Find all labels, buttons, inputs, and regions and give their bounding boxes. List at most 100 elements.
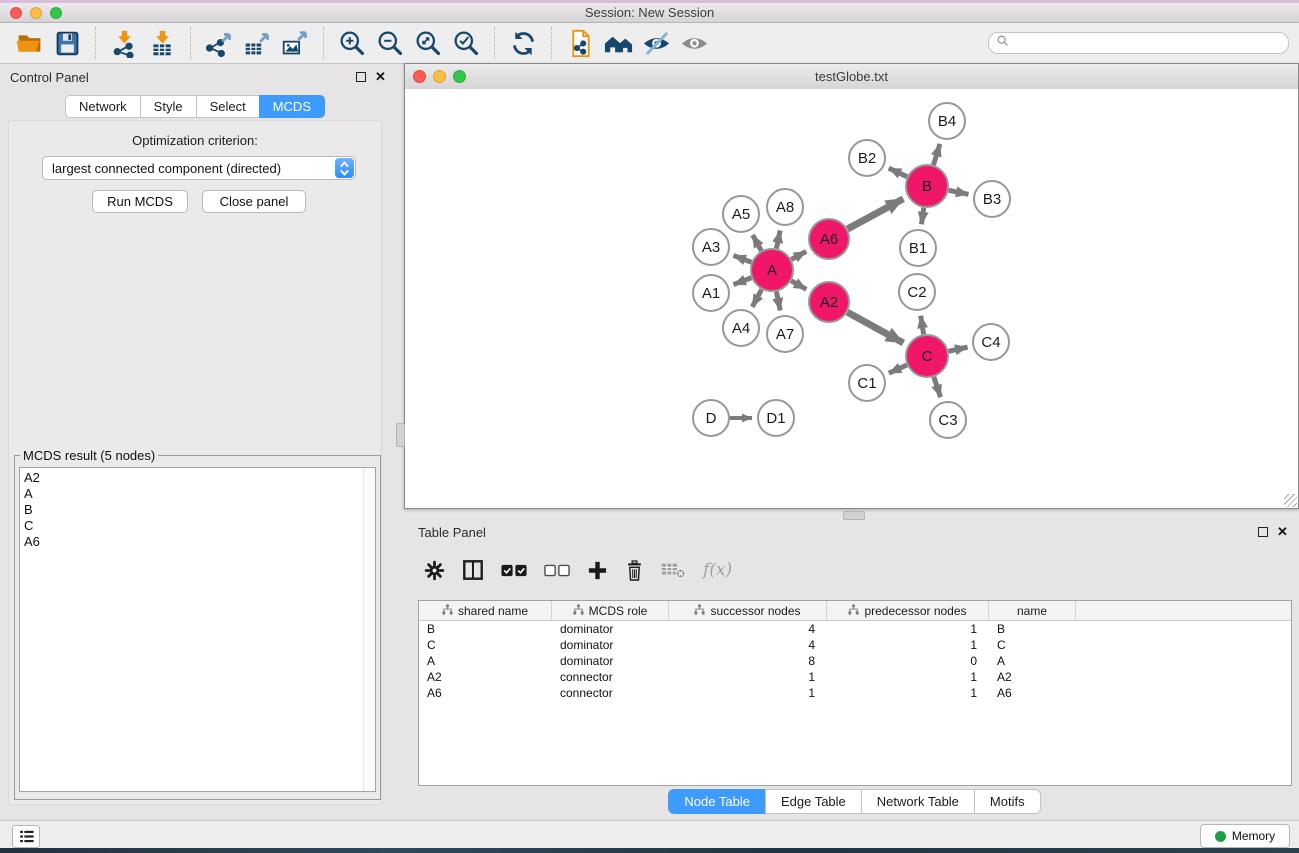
export-network-icon[interactable]: [203, 27, 235, 59]
zoom-in-icon[interactable]: [336, 27, 368, 59]
graph-node-B3[interactable]: B3: [974, 181, 1010, 217]
graph-node-C4[interactable]: C4: [973, 324, 1009, 360]
result-list-item[interactable]: A6: [20, 534, 375, 550]
graph-node-D1[interactable]: D1: [758, 400, 794, 436]
column-layout-icon[interactable]: [462, 559, 484, 581]
memory-button[interactable]: Memory: [1200, 824, 1290, 848]
result-list-item[interactable]: B: [20, 502, 375, 518]
deselect-all-rows-icon[interactable]: [544, 564, 570, 577]
mcds-result-list[interactable]: A2ABCA6: [19, 467, 376, 792]
home-icon[interactable]: [602, 27, 634, 59]
close-network-window-button[interactable]: [413, 70, 426, 83]
vertical-splitter-handle[interactable]: [396, 423, 405, 447]
graph-node-B2[interactable]: B2: [849, 140, 885, 176]
graph-node-C1[interactable]: C1: [849, 365, 885, 401]
graph-edge-A-A5[interactable]: [753, 235, 762, 251]
result-list-item[interactable]: A2: [20, 470, 375, 486]
graph-edge-A-A2[interactable]: [791, 281, 806, 290]
import-network-icon[interactable]: [108, 27, 140, 59]
graph-edge-B-B1[interactable]: [921, 208, 923, 224]
column-header-predecessor-nodes[interactable]: predecessor nodes: [827, 601, 989, 620]
graph-edge-B-B3[interactable]: [949, 190, 969, 194]
graph-node-C3[interactable]: C3: [930, 402, 966, 438]
result-list-item[interactable]: A: [20, 486, 375, 502]
table-row[interactable]: Cdominator41C: [419, 637, 1291, 653]
graph-node-C2[interactable]: C2: [899, 274, 935, 310]
tab-network[interactable]: Network: [65, 95, 140, 118]
graph-node-A8[interactable]: A8: [767, 189, 803, 225]
minimize-network-window-button[interactable]: [433, 70, 446, 83]
open-session-icon[interactable]: [13, 27, 45, 59]
tab-select[interactable]: Select: [196, 95, 259, 118]
graph-edge-C-C3[interactable]: [934, 377, 941, 397]
run-mcds-button[interactable]: Run MCDS: [92, 190, 188, 213]
column-header-successor-nodes[interactable]: successor nodes: [669, 601, 827, 620]
close-panel-button[interactable]: Close panel: [202, 190, 306, 213]
zoom-selected-icon[interactable]: [450, 27, 482, 59]
network-window-titlebar[interactable]: testGlobe.txt: [405, 64, 1298, 90]
zoom-window-button[interactable]: [50, 7, 62, 19]
graph-node-D[interactable]: D: [693, 400, 729, 436]
graph-node-A5[interactable]: A5: [723, 196, 759, 232]
column-header-MCDS-role[interactable]: MCDS role: [552, 601, 669, 620]
horizontal-splitter-handle[interactable]: [843, 511, 865, 520]
close-table-panel-icon[interactable]: ✕: [1277, 527, 1288, 537]
float-panel-icon[interactable]: [356, 72, 366, 82]
result-list-scrollbar[interactable]: [363, 468, 375, 791]
close-panel-icon[interactable]: ✕: [375, 72, 386, 82]
save-session-icon[interactable]: [51, 27, 83, 59]
graph-node-A4[interactable]: A4: [723, 310, 759, 346]
tab-edge-table[interactable]: Edge Table: [765, 789, 861, 814]
column-header-shared-name[interactable]: shared name: [419, 601, 552, 620]
tab-node-table[interactable]: Node Table: [668, 789, 765, 814]
graph-node-B1[interactable]: B1: [900, 230, 936, 266]
graph-edge-A-A8[interactable]: [776, 231, 780, 249]
network-canvas[interactable]: B4B2BB3A5A8A6A3B1AA1C2A2A4A7C4CC1DC3D1: [405, 89, 1298, 508]
graph-edge-A-A4[interactable]: [752, 289, 761, 306]
graph-edge-A-A3[interactable]: [733, 255, 751, 262]
graph-node-A3[interactable]: A3: [693, 229, 729, 265]
graph-node-A7[interactable]: A7: [767, 316, 803, 352]
zoom-network-window-button[interactable]: [453, 70, 466, 83]
graph-node-A[interactable]: A: [751, 249, 793, 291]
delete-table-icon[interactable]: [661, 560, 686, 580]
refresh-icon[interactable]: [507, 27, 539, 59]
graph-edge-A-A6[interactable]: [791, 251, 806, 259]
tab-style[interactable]: Style: [140, 95, 196, 118]
graph-edge-C-C2[interactable]: [921, 316, 924, 335]
graph-edge-C-C4[interactable]: [948, 347, 967, 351]
import-table-icon[interactable]: [146, 27, 178, 59]
tab-mcds[interactable]: MCDS: [259, 95, 325, 118]
function-builder-icon[interactable]: f(x): [703, 560, 732, 580]
export-image-icon[interactable]: [279, 27, 311, 59]
hide-graphics-details-icon[interactable]: [640, 27, 672, 59]
graph-edge-A2-C[interactable]: [847, 312, 903, 343]
table-row[interactable]: A6connector11A6: [419, 685, 1291, 701]
zoom-fit-icon[interactable]: [412, 27, 444, 59]
minimize-window-button[interactable]: [30, 7, 42, 19]
delete-column-icon[interactable]: [625, 559, 644, 582]
tab-motifs[interactable]: Motifs: [974, 789, 1041, 814]
node-table[interactable]: shared nameMCDS rolesuccessor nodesprede…: [418, 600, 1292, 786]
window-resize-grip[interactable]: [1284, 494, 1297, 507]
table-row[interactable]: Adominator80A: [419, 653, 1291, 669]
tab-network-table[interactable]: Network Table: [861, 789, 974, 814]
close-window-button[interactable]: [10, 7, 22, 19]
table-row[interactable]: A2connector11A2: [419, 669, 1291, 685]
task-history-button[interactable]: [12, 825, 40, 848]
criterion-select[interactable]: largest connected component (directed): [42, 156, 356, 180]
graph-node-B4[interactable]: B4: [929, 103, 965, 139]
graph-node-A1[interactable]: A1: [693, 275, 729, 311]
graph-edge-A6-B[interactable]: [847, 199, 903, 229]
add-column-icon[interactable]: [587, 560, 608, 581]
select-all-rows-icon[interactable]: [501, 564, 527, 577]
result-list-item[interactable]: C: [20, 518, 375, 534]
search-input[interactable]: [988, 32, 1289, 54]
column-header-name[interactable]: name: [989, 601, 1076, 620]
graph-edge-A-A7[interactable]: [776, 292, 780, 311]
graph-node-C[interactable]: C: [906, 335, 948, 377]
graph-edge-C-C1[interactable]: [889, 365, 907, 373]
float-table-panel-icon[interactable]: [1258, 527, 1268, 537]
graph-node-B[interactable]: B: [906, 165, 948, 207]
graph-edge-B-B4[interactable]: [933, 144, 939, 165]
